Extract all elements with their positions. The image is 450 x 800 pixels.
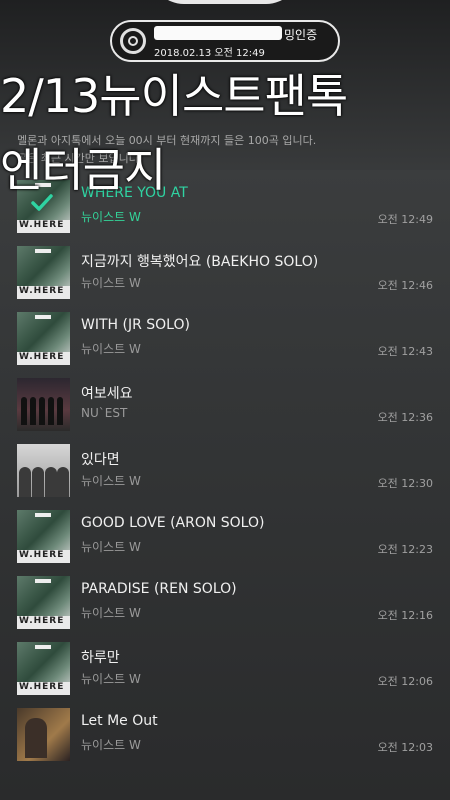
track-artist: NU`EST — [81, 406, 128, 420]
track-row[interactable]: W.HERE GOOD LOVE (ARON SOLO) 뉴이스트 W 오전 1… — [0, 503, 450, 569]
album-art: W.HERE — [17, 642, 70, 695]
track-artist: 뉴이스트 W — [81, 276, 141, 290]
track-time: 오전 12:49 — [377, 213, 433, 226]
track-artist: 뉴이스트 W — [81, 474, 141, 488]
badge-label: 밍인증 — [284, 28, 318, 42]
track-title: 지금까지 행복했어요 (BAEKHO SOLO) — [81, 254, 319, 270]
track-time: 오전 12:46 — [377, 279, 433, 292]
track-row[interactable]: W.HERE 지금까지 행복했어요 (BAEKHO SOLO) 뉴이스트 W 오… — [0, 239, 450, 305]
track-time: 오전 12:06 — [377, 675, 433, 688]
track-artist: 뉴이스트 W — [81, 606, 141, 620]
track-time: 오전 12:16 — [377, 609, 433, 622]
track-time: 오전 12:23 — [377, 543, 433, 556]
overlay-caption-secondary: 엔터금지 — [0, 143, 166, 197]
track-artist: 뉴이스트 W — [81, 210, 141, 224]
track-title: 여보세요 — [81, 386, 133, 402]
album-art: W.HERE — [17, 576, 70, 629]
album-art — [17, 444, 70, 497]
track-time: 오전 12:30 — [377, 477, 433, 490]
certification-badge: 밍인증 2018.02.13 오전 12:49 — [110, 20, 340, 62]
track-row[interactable]: W.HERE 하루만 뉴이스트 W 오전 12:06 — [0, 635, 450, 701]
album-art: W.HERE — [17, 510, 70, 563]
track-artist: 뉴이스트 W — [81, 540, 141, 554]
album-art: W.HERE — [17, 246, 70, 299]
track-artist: 뉴이스트 W — [81, 672, 141, 686]
track-artist: 뉴이스트 W — [81, 738, 141, 752]
album-art — [17, 378, 70, 431]
badge-date: 2018.02.13 오전 12:49 — [154, 48, 265, 59]
track-row[interactable]: W.HERE PARADISE (REN SOLO) 뉴이스트 W 오전 12:… — [0, 569, 450, 635]
melon-logo-icon — [120, 28, 146, 54]
track-time: 오전 12:36 — [377, 411, 433, 424]
track-row[interactable]: Let Me Out 뉴이스트 W 오전 12:03 — [0, 701, 450, 767]
track-row[interactable]: W.HERE WITH (JR SOLO) 뉴이스트 W 오전 12:43 — [0, 305, 450, 371]
album-art: W.HERE — [17, 312, 70, 365]
track-row[interactable]: 있다면 뉴이스트 W 오전 12:30 — [0, 437, 450, 503]
track-list: W.HERE WHERE YOU AT 뉴이스트 W 오전 12:49 W.HE… — [0, 173, 450, 767]
track-time: 오전 12:43 — [377, 345, 433, 358]
track-title: PARADISE (REN SOLO) — [81, 581, 237, 597]
track-title: GOOD LOVE (ARON SOLO) — [81, 515, 265, 531]
track-title: Let Me Out — [81, 713, 158, 729]
track-time: 오전 12:03 — [377, 741, 433, 754]
track-artist: 뉴이스트 W — [81, 342, 141, 356]
album-art — [17, 708, 70, 761]
track-title: 하루만 — [81, 650, 120, 666]
overlay-caption: 2/13뉴이스트팬톡 — [0, 69, 348, 123]
track-title: 있다면 — [81, 452, 120, 468]
redacted-username — [154, 26, 282, 40]
track-title: WITH (JR SOLO) — [81, 317, 190, 333]
track-row[interactable]: 여보세요 NU`EST 오전 12:36 — [0, 371, 450, 437]
